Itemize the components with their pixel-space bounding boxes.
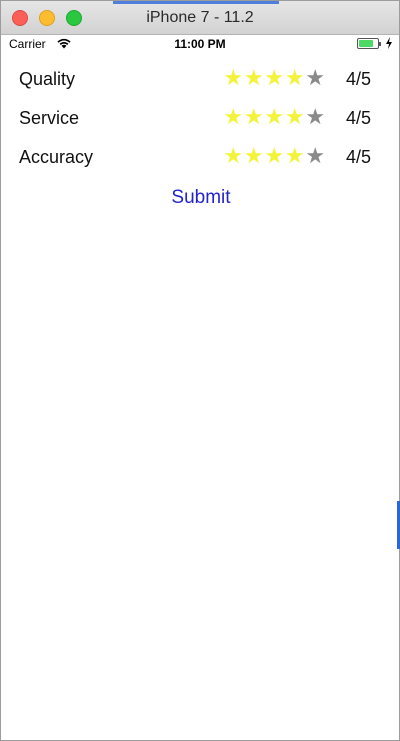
star-filled-icon[interactable]: ★ [223, 106, 244, 130]
rating-value: 4/5 [346, 69, 372, 89]
simulator-window: iPhone 7 - 11.2 Carrier 11:00 PM Quality… [0, 0, 400, 741]
star-filled-icon[interactable]: ★ [264, 106, 285, 130]
ios-status-bar: Carrier 11:00 PM [1, 34, 399, 54]
rating-label: Quality [19, 69, 76, 89]
window-title: iPhone 7 - 11.2 [146, 9, 254, 26]
star-empty-icon[interactable]: ★ [305, 67, 326, 91]
star-filled-icon[interactable]: ★ [264, 145, 285, 169]
titlebar-accent [113, 1, 279, 4]
star-filled-icon[interactable]: ★ [244, 145, 265, 169]
rating-row-quality: Quality ★ ★ ★ ★ ★ 4/5 [1, 67, 399, 97]
battery-icon [357, 38, 379, 49]
charging-bolt-icon [386, 37, 392, 49]
rating-value: 4/5 [346, 108, 372, 128]
star-filled-icon[interactable]: ★ [264, 67, 285, 91]
rating-label: Service [19, 108, 80, 128]
battery-level-fill [359, 40, 374, 47]
submit-button[interactable]: Submit [151, 185, 251, 211]
star-filled-icon[interactable]: ★ [285, 106, 306, 130]
star-empty-icon[interactable]: ★ [305, 145, 326, 169]
star-rating-control[interactable]: ★ ★ ★ ★ ★ [223, 67, 326, 91]
star-empty-icon[interactable]: ★ [305, 106, 326, 130]
star-rating-control[interactable]: ★ ★ ★ ★ ★ [223, 145, 326, 169]
star-filled-icon[interactable]: ★ [223, 67, 244, 91]
status-time: 11:00 PM [174, 37, 226, 51]
rating-label: Accuracy [19, 147, 94, 167]
star-filled-icon[interactable]: ★ [244, 106, 265, 130]
rating-row-accuracy: Accuracy ★ ★ ★ ★ ★ 4/5 [1, 145, 399, 175]
rating-row-service: Service ★ ★ ★ ★ ★ 4/5 [1, 106, 399, 136]
star-filled-icon[interactable]: ★ [285, 145, 306, 169]
rating-value: 4/5 [346, 147, 372, 167]
star-filled-icon[interactable]: ★ [244, 67, 265, 91]
window-titlebar[interactable]: iPhone 7 - 11.2 [1, 1, 399, 35]
star-filled-icon[interactable]: ★ [223, 145, 244, 169]
star-filled-icon[interactable]: ★ [285, 67, 306, 91]
star-rating-control[interactable]: ★ ★ ★ ★ ★ [223, 106, 326, 130]
battery-cap [379, 42, 381, 46]
